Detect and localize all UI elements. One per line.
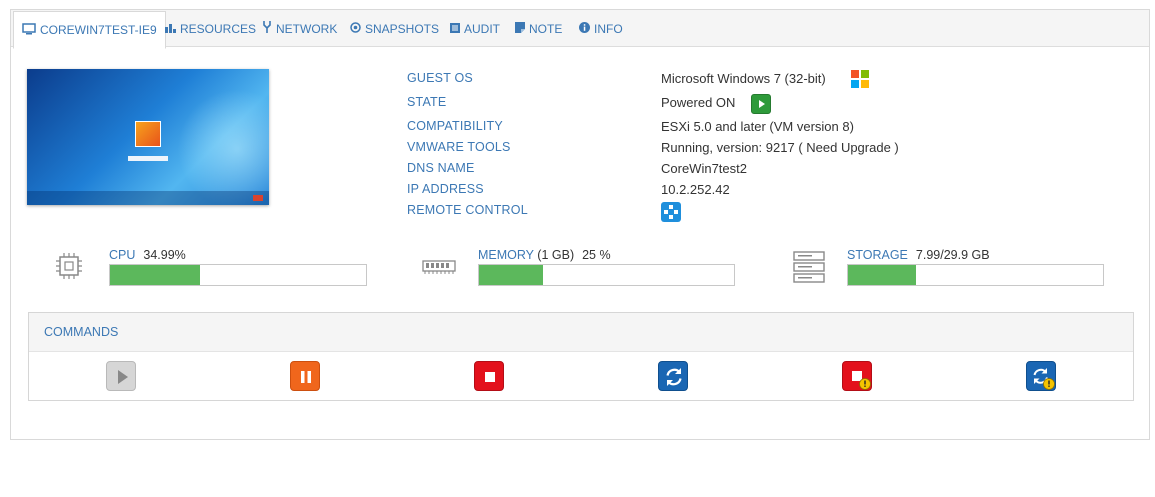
power-on-button[interactable] (106, 361, 136, 391)
stop-warning-icon (852, 371, 871, 390)
pause-icon (301, 371, 311, 383)
tab-snapshots[interactable]: SNAPSHOTS (350, 10, 439, 47)
tab-info[interactable]: INFO (579, 10, 623, 47)
tab-network[interactable]: NETWORK (262, 10, 337, 47)
storage-value: 7.99/29.9 GB (915, 248, 990, 262)
state-value: Powered ON (661, 95, 736, 110)
tab-note[interactable]: NOTE (515, 10, 562, 47)
storage-progress-fill (848, 265, 917, 285)
commands-title: COMMANDS (29, 313, 1133, 352)
cpu-progress-bar (109, 264, 367, 286)
cpu-meter-label: CPU 34.99% (109, 248, 186, 262)
cpu-chip-icon (54, 251, 84, 281)
vmware-tools-value: Running, version: 9217 ( Need Upgrade ) (661, 140, 899, 155)
guest-os-label: GUEST OS (407, 71, 473, 85)
remote-control-button[interactable] (661, 202, 681, 222)
stop-icon (485, 372, 495, 382)
vmware-tools-label: VMWARE TOOLS (407, 140, 511, 154)
memory-progress-fill (479, 265, 543, 285)
cpu-value: 34.99% (143, 248, 186, 262)
remote-control-label: REMOTE CONTROL (407, 203, 528, 217)
storage-meter-label: STORAGE 7.99/29.9 GB (847, 248, 990, 262)
restart-guest-button[interactable] (1026, 361, 1056, 391)
console-screenshot[interactable] (27, 69, 269, 205)
tab-vm-name[interactable]: COREWIN7TEST-IE9 (13, 11, 166, 49)
note-icon (515, 21, 525, 36)
ip-address-label: IP ADDRESS (407, 182, 484, 196)
compatibility-value: ESXi 5.0 and later (VM version 8) (661, 119, 854, 134)
power-off-button[interactable] (474, 361, 504, 391)
tab-label: INFO (594, 21, 623, 36)
tab-label: COREWIN7TEST-IE9 (40, 23, 157, 37)
memory-label: MEMORY (478, 248, 534, 262)
state-label: STATE (407, 95, 447, 109)
memory-meter-label: MEMORY (1 GB) 25 % (478, 248, 611, 262)
powered-on-play-icon (751, 94, 771, 114)
storage-server-icon (793, 251, 825, 283)
cpu-label: CPU (109, 248, 136, 262)
tab-label: SNAPSHOTS (365, 21, 440, 36)
login-bottom-bar (27, 191, 269, 205)
tab-label: RESOURCES (180, 21, 257, 36)
memory-ram-icon (422, 251, 456, 281)
user-avatar-icon (135, 121, 161, 147)
memory-progress-bar (478, 264, 735, 286)
shutdown-guest-button[interactable] (842, 361, 872, 391)
remote-control-icon (664, 205, 678, 219)
vm-detail-panel: COREWIN7TEST-IE9 RESOURCES NETWORK SNAPS… (10, 9, 1150, 440)
storage-progress-bar (847, 264, 1104, 286)
monitor-icon (22, 22, 36, 38)
audit-icon (450, 22, 460, 36)
refresh-icon (666, 368, 682, 386)
tab-bar: COREWIN7TEST-IE9 RESOURCES NETWORK SNAPS… (11, 10, 1149, 49)
refresh-warning-icon (1033, 368, 1055, 390)
tab-label: AUDIT (464, 21, 500, 36)
tab-label: NOTE (529, 21, 563, 36)
compatibility-label: COMPATIBILITY (407, 119, 503, 133)
play-icon (118, 370, 128, 384)
windows-logo-icon (851, 70, 869, 88)
dns-name-value: CoreWin7test2 (661, 161, 747, 176)
shutdown-icon (253, 195, 263, 201)
tab-resources[interactable]: RESOURCES (165, 10, 256, 47)
wallpaper-glow (177, 89, 269, 205)
commands-panel: COMMANDS (28, 312, 1134, 401)
storage-label: STORAGE (847, 248, 908, 262)
tab-label: NETWORK (276, 21, 338, 36)
info-icon (579, 21, 590, 36)
network-icon (262, 21, 272, 36)
suspend-button[interactable] (290, 361, 320, 391)
dns-name-label: DNS NAME (407, 161, 475, 175)
memory-size: (1 GB) (537, 248, 575, 262)
snapshot-icon (350, 21, 361, 36)
bar-chart-icon (165, 22, 176, 36)
tab-audit[interactable]: AUDIT (450, 10, 500, 47)
cpu-progress-fill (110, 265, 200, 285)
password-box (128, 156, 168, 161)
ip-address-value: 10.2.252.42 (661, 182, 730, 197)
memory-value: 25 % (582, 248, 611, 262)
reset-button[interactable] (658, 361, 688, 391)
guest-os-value: Microsoft Windows 7 (32-bit) (661, 71, 826, 86)
